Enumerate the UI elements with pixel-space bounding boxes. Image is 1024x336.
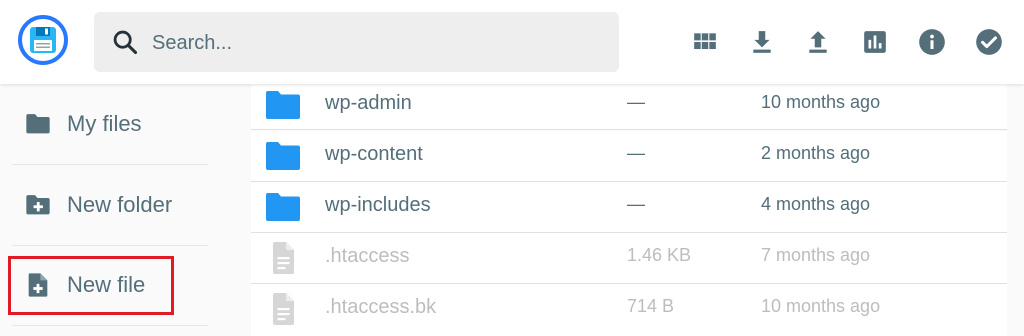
file-name: wp-content <box>325 143 423 165</box>
file-add-icon <box>28 273 48 297</box>
select-all-button[interactable] <box>974 27 1004 57</box>
sidebar-item-new-file[interactable]: New file <box>12 245 208 325</box>
file-name: .htaccess <box>325 245 410 267</box>
info-button[interactable] <box>917 27 947 57</box>
file-modified: 10 months ago <box>761 296 881 316</box>
sidebar-item-label: New folder <box>67 192 173 217</box>
sidebar-item-label: My files <box>67 111 142 136</box>
folder-icon <box>26 114 50 134</box>
sidebar-item-my-files[interactable]: My files <box>12 84 208 164</box>
file-row-htaccess-bk[interactable]: .htaccess.bk 714 B 10 months ago <box>251 284 1007 336</box>
file-size: — <box>627 143 645 163</box>
file-name: wp-includes <box>325 194 431 216</box>
check-circle-icon <box>976 29 1002 55</box>
file-size: — <box>627 194 645 214</box>
file-icon <box>273 242 294 274</box>
upload-icon <box>809 31 827 53</box>
file-modified: 10 months ago <box>761 92 881 112</box>
file-row-wp-includes[interactable]: wp-includes — 4 months ago <box>251 182 1007 233</box>
file-size: 1.46 KB <box>627 245 692 265</box>
sidebar: My files New folder New file <box>0 84 225 336</box>
file-row-wp-content[interactable]: wp-content — 2 months ago <box>251 131 1007 182</box>
file-modified: 4 months ago <box>761 194 871 214</box>
download-button[interactable] <box>747 27 777 57</box>
floppy-disk-icon <box>30 27 56 53</box>
grid-view-icon <box>694 33 716 50</box>
download-icon <box>753 31 771 53</box>
search-input[interactable] <box>150 22 594 64</box>
file-name: wp-admin <box>325 92 412 114</box>
file-modified: 7 months ago <box>761 245 871 265</box>
file-row-htaccess[interactable]: .htaccess 1.46 KB 7 months ago <box>251 233 1007 284</box>
header <box>0 0 1024 84</box>
folder-icon <box>266 91 300 119</box>
chart-icon <box>864 31 886 53</box>
sidebar-item-new-folder[interactable]: New folder <box>12 165 208 245</box>
file-size: 714 B <box>627 296 675 316</box>
folder-add-icon <box>26 195 50 215</box>
folder-icon <box>266 142 300 170</box>
file-browser-page: My files New folder New file <box>0 0 1024 336</box>
folder-icon <box>266 193 300 221</box>
info-icon <box>919 29 945 55</box>
file-modified: 2 months ago <box>761 143 871 163</box>
file-icon <box>273 293 294 325</box>
search-icon <box>113 30 138 55</box>
upload-button[interactable] <box>803 27 833 57</box>
file-name: .htaccess.bk <box>325 296 437 318</box>
usage-chart-button[interactable] <box>860 27 890 57</box>
app-logo[interactable] <box>18 15 68 65</box>
grid-view-button[interactable] <box>690 27 720 57</box>
file-row-wp-admin[interactable]: wp-admin — 10 months ago <box>251 80 1007 130</box>
sidebar-item-label: New file <box>67 272 146 297</box>
file-size: — <box>627 92 645 112</box>
file-list: wp-admin — 10 months ago wp-content — 2 … <box>251 80 1007 336</box>
sidebar-divider <box>12 325 208 326</box>
search-bar[interactable] <box>94 12 619 72</box>
